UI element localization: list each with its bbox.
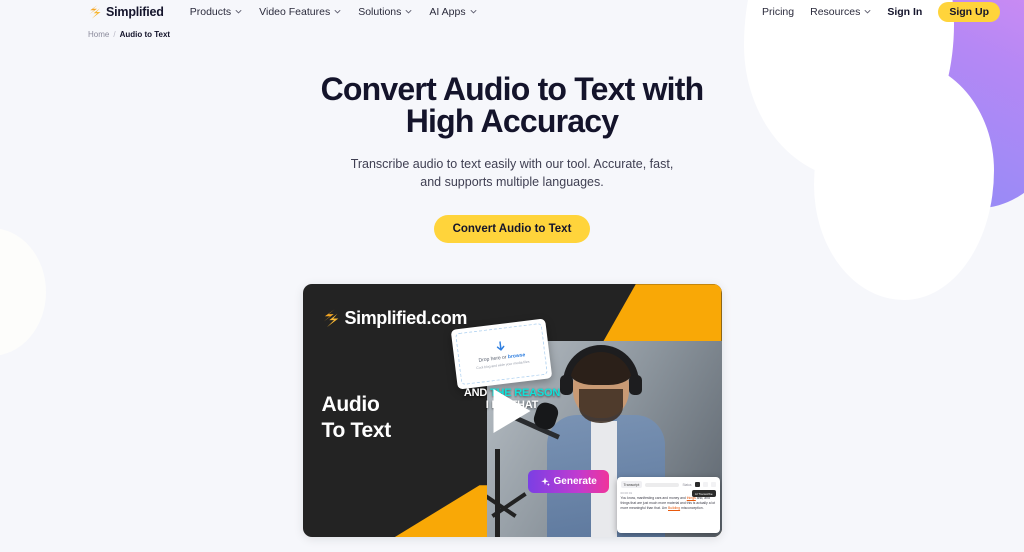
chevron-down-icon: [334, 9, 341, 14]
sparkle-icon: [540, 477, 550, 486]
generate-button-label: Generate: [553, 476, 597, 488]
main-navigation: Products Video Features Solutions AI App…: [190, 6, 477, 18]
brand-logo[interactable]: Simplified: [88, 4, 164, 19]
nav-item-resources[interactable]: Resources: [810, 6, 871, 18]
nav-item-pricing[interactable]: Pricing: [762, 6, 794, 18]
breadcrumb-separator: /: [113, 30, 116, 39]
transcript-status-label: Status: [682, 482, 692, 487]
nav-item-products[interactable]: Products: [190, 6, 242, 18]
transcript-settings-icon[interactable]: [702, 482, 708, 488]
transcript-progress-bar: [645, 482, 680, 487]
transcript-panel[interactable]: Transcript Status AI Transcribe 00:00:01…: [616, 477, 720, 534]
download-arrow-icon: [496, 341, 504, 351]
nav-item-solutions[interactable]: Solutions: [358, 6, 412, 18]
card-brand-logo: Simplified.com: [322, 308, 467, 329]
nav-item-label: Resources: [810, 5, 861, 18]
breadcrumb: Home / Audio to Text: [0, 23, 1024, 39]
browse-link[interactable]: browse: [507, 352, 525, 360]
sign-up-button[interactable]: Sign Up: [938, 1, 1000, 22]
card-title-line-2: To Text: [321, 418, 392, 442]
nav-item-video-features[interactable]: Video Features: [259, 6, 341, 18]
transcript-link-b: Building: [668, 506, 681, 511]
transcript-title: Transcript: [620, 481, 643, 489]
hero-subtitle: Transcribe audio to text easily with our…: [350, 157, 674, 190]
transcript-text: You know, manifesting cars and money and…: [620, 496, 716, 511]
card-brand-name: Simplified.com: [344, 308, 468, 329]
hero-section: Convert Audio to Text with High Accuracy…: [0, 39, 1024, 244]
chevron-down-icon: [470, 9, 477, 14]
site-header: Simplified Products Video Features Solut…: [0, 0, 1024, 23]
simplified-logo-icon: [89, 4, 101, 19]
transcript-close-icon[interactable]: [710, 482, 716, 488]
file-drop-zone[interactable]: Drop here or browse Cool blog and wide y…: [454, 323, 548, 386]
nav-item-label: AI Apps: [429, 5, 466, 18]
nav-item-ai-apps[interactable]: AI Apps: [429, 5, 477, 18]
tripod-stand: [494, 449, 500, 538]
video-preview-card[interactable]: Simplified.com Audio To Text Drop here o…: [302, 284, 722, 538]
page-title: Convert Audio to Text with High Accuracy: [320, 71, 705, 139]
chevron-down-icon: [406, 9, 412, 14]
transcript-badge: AI Transcribe: [691, 490, 716, 498]
transcript-header: Transcript Status: [620, 481, 716, 489]
simplified-logo-icon: [323, 309, 338, 328]
header-actions: Pricing Resources Sign In Sign Up: [762, 1, 1000, 22]
breadcrumb-home[interactable]: Home: [88, 30, 109, 39]
play-button-icon[interactable]: [493, 388, 531, 433]
nav-item-label: Solutions: [358, 5, 402, 18]
brand-name: Simplified: [106, 4, 164, 19]
nav-item-label: Products: [189, 5, 232, 18]
transcript-menu-icon[interactable]: [694, 482, 700, 488]
nav-item-label: Video Features: [259, 5, 331, 18]
breadcrumb-current: Audio to Text: [119, 30, 171, 39]
generate-button[interactable]: Generate: [527, 470, 609, 494]
convert-audio-to-text-button[interactable]: Convert Audio to Text: [433, 215, 591, 244]
decorative-left-blob: [0, 228, 46, 356]
chevron-down-icon: [864, 9, 871, 14]
chevron-down-icon: [235, 9, 242, 14]
file-drop-card[interactable]: Drop here or browse Cool blog and wide y…: [450, 318, 552, 390]
sign-in-link[interactable]: Sign In: [887, 6, 922, 18]
